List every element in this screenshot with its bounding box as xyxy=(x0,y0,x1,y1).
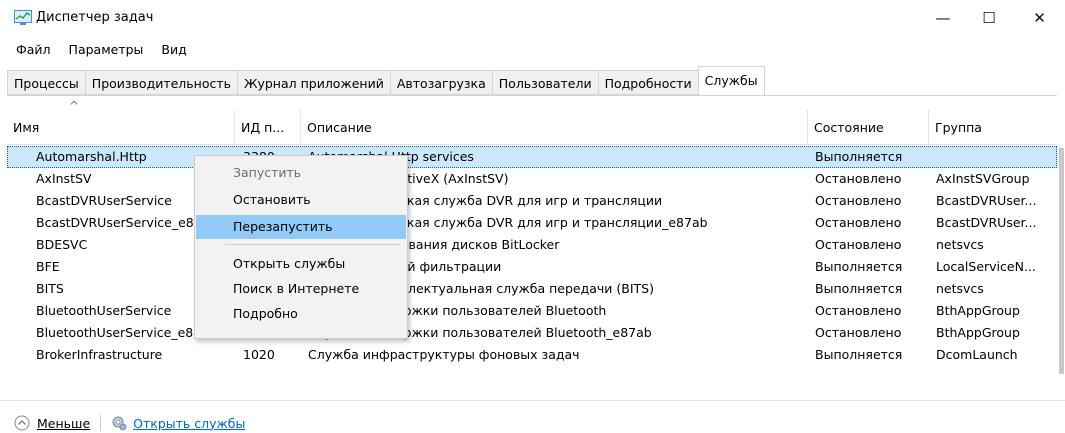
service-group: BcastDVRUser... xyxy=(936,193,1037,208)
service-state: Выполняется xyxy=(815,347,903,362)
column-header-name-label: Имя xyxy=(13,120,40,135)
tabs-divider xyxy=(7,95,1057,96)
menu-bar: Файл Параметры Вид xyxy=(0,40,196,60)
column-header-description[interactable]: Описание xyxy=(301,110,808,144)
tab-processes[interactable]: Процессы xyxy=(7,70,85,95)
service-row[interactable]: Automarshal.Http3380Automarshal.Http ser… xyxy=(7,146,1057,168)
service-name-text: BFE xyxy=(36,259,60,274)
service-row[interactable]: BFEСлужба базовой фильтрацииВыполняетсяL… xyxy=(7,256,1057,278)
service-name-text: BrokerInfrastructure xyxy=(36,347,163,362)
service-name-text: AxInstSV xyxy=(36,171,92,186)
context-menu: Запустить Остановить Перезапустить Откры… xyxy=(194,155,408,339)
service-group: netsvcs xyxy=(936,237,984,252)
service-group xyxy=(936,146,1054,168)
menu-item-open-services[interactable]: Открыть службы xyxy=(196,252,406,276)
service-row[interactable]: AxInstSV Установщик ActiveX (AxInstSV) Ост… xyxy=(7,168,1057,190)
service-row[interactable]: BrokerInfrastructure 1020 Служба инфрастру… xyxy=(7,344,1057,366)
fewer-details-link[interactable]: Меньше xyxy=(37,416,90,431)
service-name-text: Automarshal.Http xyxy=(36,149,147,164)
menu-item-search-online[interactable]: Поиск в Интернете xyxy=(196,277,406,301)
menu-item-details[interactable]: Подробно xyxy=(196,302,406,326)
header-divider xyxy=(7,144,1057,145)
service-row[interactable]: BluetoothUserService_e87ab Служба поддерж… xyxy=(7,322,1057,344)
service-row[interactable]: BcastDVRUserService_e87ab Пользовательска… xyxy=(7,212,1057,234)
services-gear-icon xyxy=(112,416,127,431)
service-name-text: BcastDVRUserService_e87ab xyxy=(36,215,218,230)
task-manager-icon xyxy=(14,10,32,25)
close-button[interactable]: ✕ xyxy=(1014,0,1065,36)
service-group: AxInstSVGroup xyxy=(936,171,1030,186)
service-name-text: BluetoothUserService_e87ab xyxy=(36,325,217,340)
tab-users[interactable]: Пользователи xyxy=(491,70,598,95)
service-state: Остановлено xyxy=(815,193,902,208)
service-name-text: BcastDVRUserService xyxy=(36,193,172,208)
footer-separator xyxy=(100,415,102,431)
column-header-group[interactable]: Группа xyxy=(929,110,1057,144)
menu-separator xyxy=(225,244,401,245)
service-description: Служба инфраструктуры фоновых задач xyxy=(308,347,580,362)
service-pid: 1020 xyxy=(243,347,275,362)
service-row[interactable]: BITS Фоновая интеллектуальная служба пере… xyxy=(7,278,1057,300)
minimize-button[interactable]: — xyxy=(920,0,966,36)
table-header: ^ Имя ИД п... Описание Состояние Группа xyxy=(7,100,1057,144)
tab-services[interactable]: Службы xyxy=(697,66,765,95)
tab-app-history[interactable]: Журнал приложений xyxy=(237,70,390,95)
tab-strip: Процессы Производительность Журнал прило… xyxy=(7,66,765,95)
footer-divider xyxy=(0,400,1065,401)
service-name: BrokerInfrastructure xyxy=(16,344,236,366)
column-header-pid[interactable]: ИД п... xyxy=(235,110,301,144)
menu-options[interactable]: Параметры xyxy=(60,40,153,60)
menu-item-start: Запустить xyxy=(233,165,302,180)
service-name-text: BDESVC xyxy=(36,237,88,252)
menu-item-stop[interactable]: Остановить xyxy=(196,188,406,212)
menu-view[interactable]: Вид xyxy=(152,40,195,60)
service-state: Остановлено xyxy=(815,237,902,252)
tab-performance[interactable]: Производительность xyxy=(84,70,237,95)
service-group: BthAppGroup xyxy=(936,325,1020,340)
service-state: Выполняется xyxy=(815,259,903,274)
chevron-up-circle-icon[interactable] xyxy=(14,415,30,431)
maximize-button[interactable]: ☐ xyxy=(966,0,1012,36)
menu-file[interactable]: Файл xyxy=(0,40,60,60)
service-row[interactable]: BluetoothUserService Служба поддержки пол… xyxy=(7,300,1057,322)
scrollbar-thumb[interactable] xyxy=(1059,148,1064,374)
service-row[interactable]: BcastDVRUserService Пользовательская служ… xyxy=(7,190,1057,212)
footer: Меньше Открыть службы xyxy=(14,413,245,433)
column-header-state[interactable]: Состояние xyxy=(808,110,929,144)
tab-details[interactable]: Подробности xyxy=(597,70,698,95)
service-group: BthAppGroup xyxy=(936,303,1020,318)
open-services-link[interactable]: Открыть службы xyxy=(133,416,245,431)
service-state: Остановлено xyxy=(815,171,902,186)
service-state: Выполняется xyxy=(815,281,903,296)
title-bar: Диспетчер задач — ☐ ✕ xyxy=(0,0,1065,36)
service-state: Остановлено xyxy=(815,303,902,318)
service-name-text: BluetoothUserService xyxy=(36,303,172,318)
service-group: DcomLaunch xyxy=(936,347,1018,362)
service-name-text: BITS xyxy=(36,281,64,296)
tab-startup[interactable]: Автозагрузка xyxy=(389,70,492,95)
service-group: LocalServiceN... xyxy=(936,259,1036,274)
window-title: Диспетчер задач xyxy=(36,10,154,25)
service-row[interactable]: BDESVC Служба шифрования дисков BitLocker… xyxy=(7,234,1057,256)
column-header-name[interactable]: ^ Имя xyxy=(7,100,235,144)
service-state: Выполняется xyxy=(815,149,903,164)
service-group: BcastDVRUser... xyxy=(936,215,1037,230)
menu-item-restart[interactable]: Перезапустить xyxy=(196,215,406,239)
service-state: Остановлено xyxy=(815,215,902,230)
service-group: netsvcs xyxy=(936,281,984,296)
sort-ascending-icon: ^ xyxy=(69,99,80,113)
service-state: Остановлено xyxy=(815,325,902,340)
